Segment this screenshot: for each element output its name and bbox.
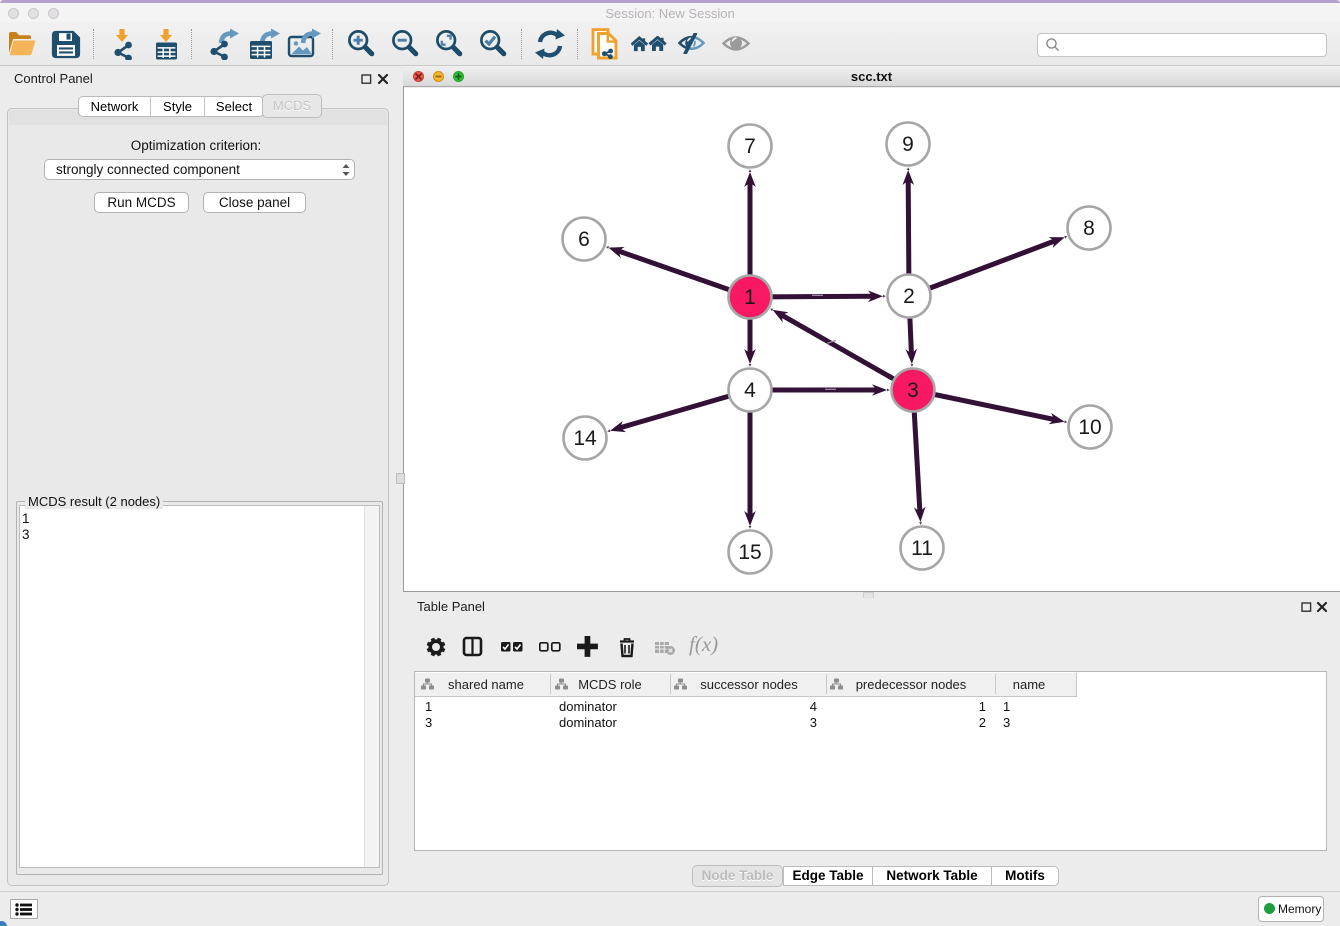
svg-text:2: 2 xyxy=(903,285,915,308)
svg-text:11: 11 xyxy=(911,537,933,560)
svg-text:6: 6 xyxy=(578,228,590,251)
svg-text:10: 10 xyxy=(1078,416,1101,439)
svg-text:1: 1 xyxy=(744,286,756,309)
svg-text:7: 7 xyxy=(744,135,756,158)
svg-text:14: 14 xyxy=(573,427,597,450)
svg-text:3: 3 xyxy=(907,379,919,402)
svg-text:15: 15 xyxy=(738,541,761,564)
svg-text:4: 4 xyxy=(744,379,756,402)
svg-text:f(x): f(x) xyxy=(689,634,718,656)
svg-text:9: 9 xyxy=(902,133,914,156)
svg-text:8: 8 xyxy=(1083,217,1095,240)
